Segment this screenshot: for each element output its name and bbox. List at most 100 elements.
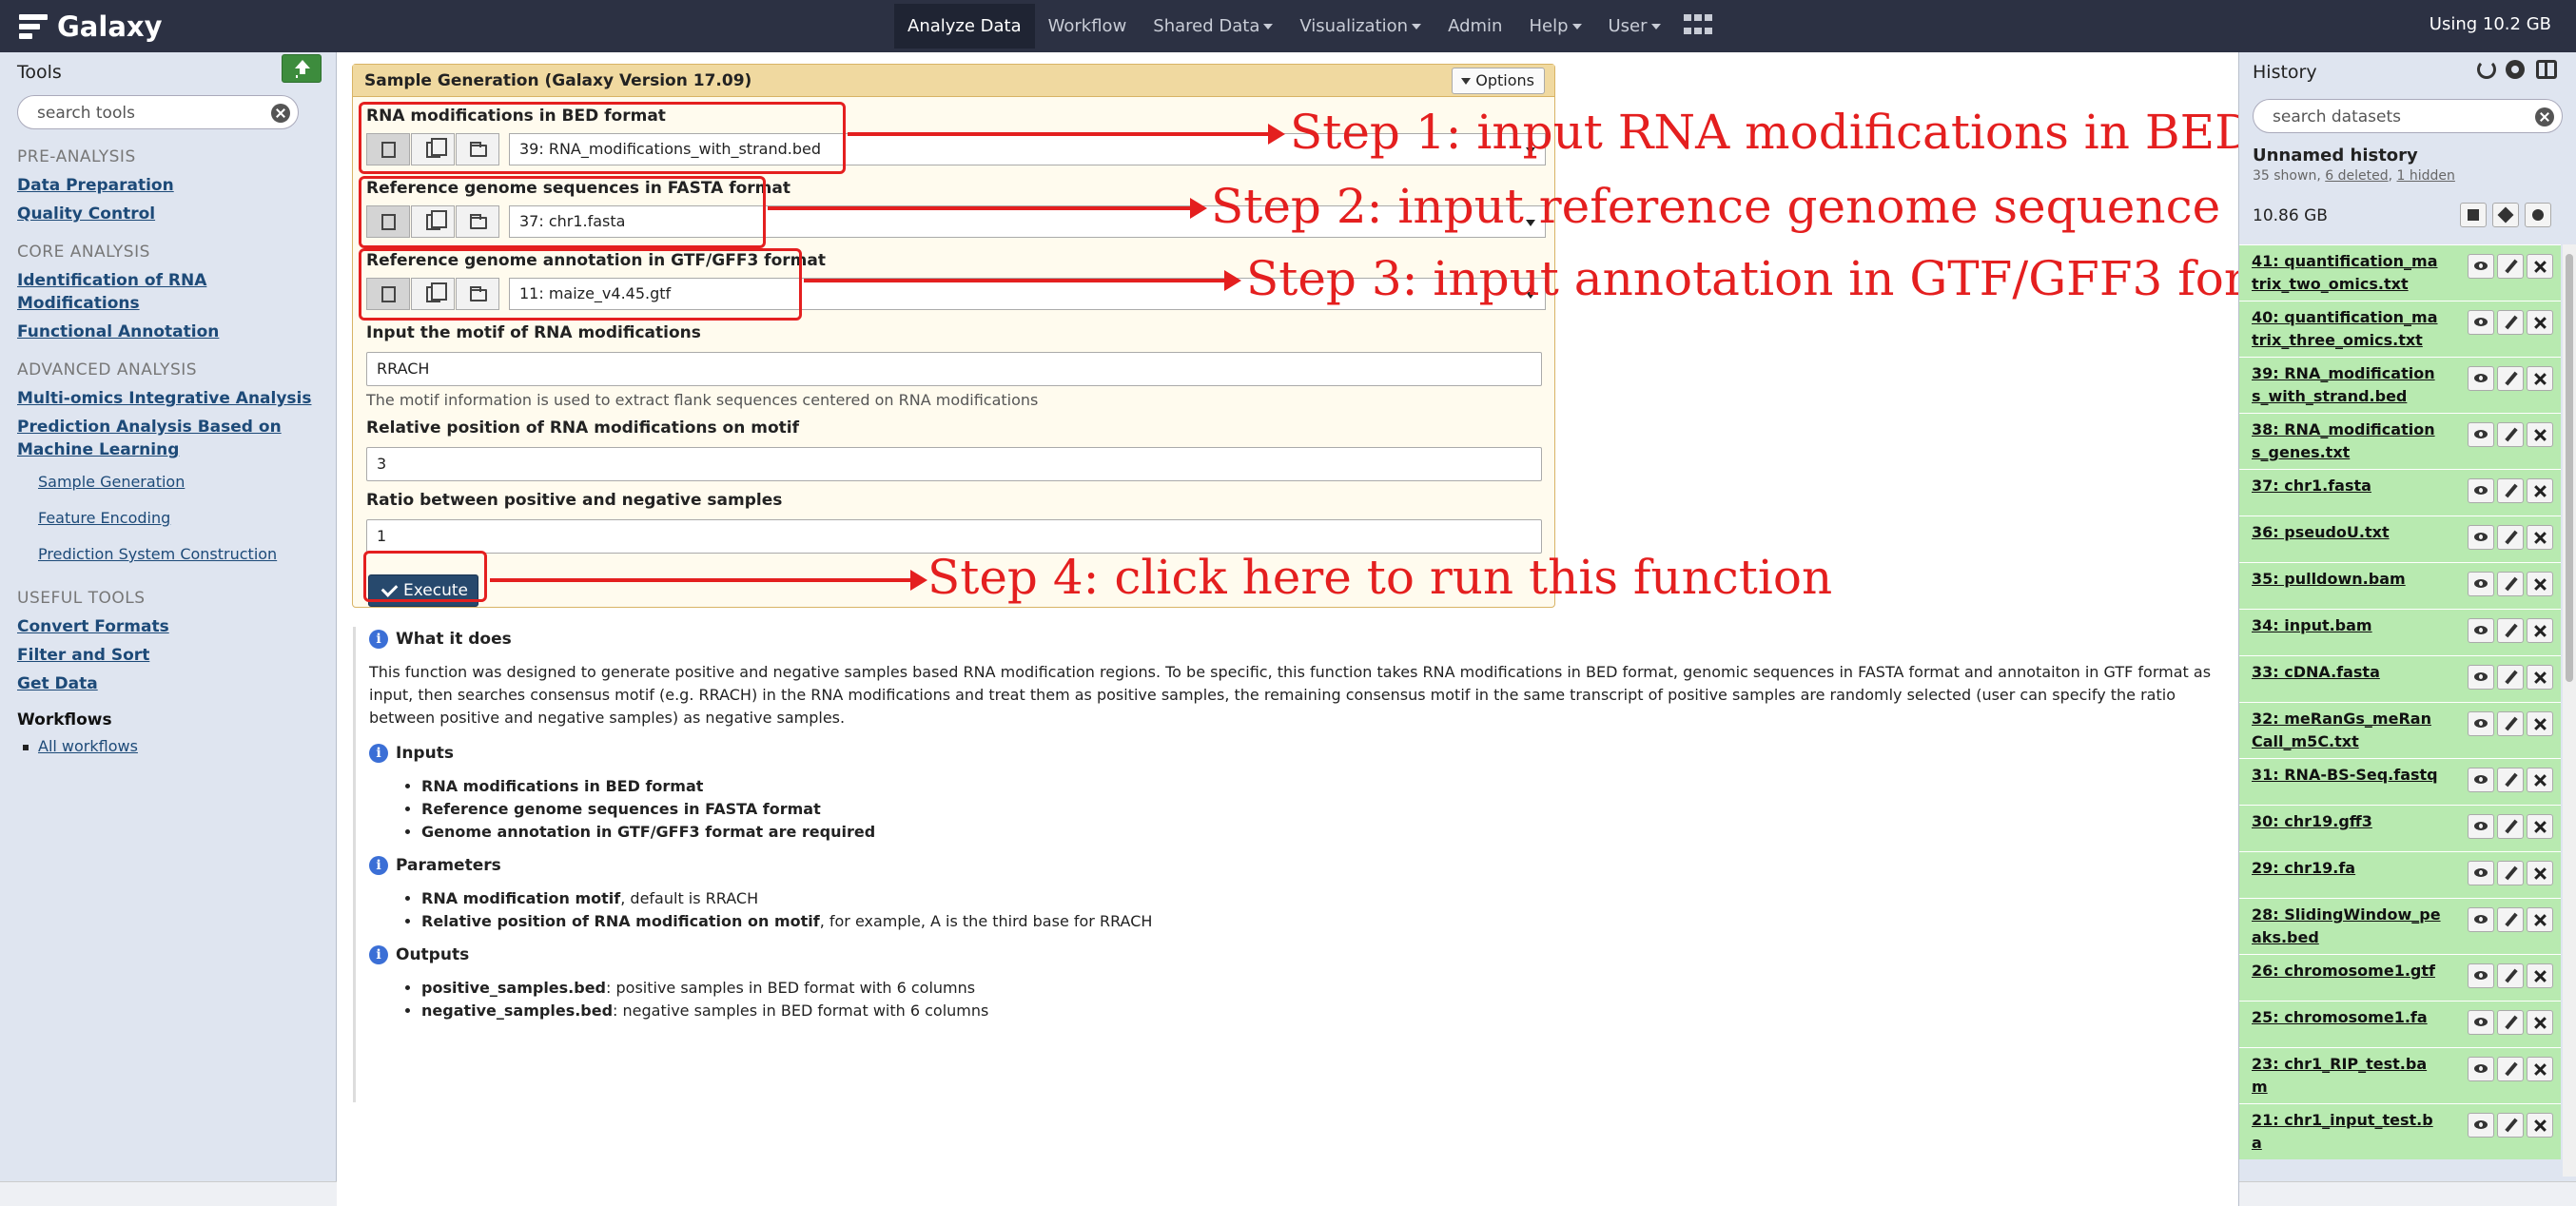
eye-icon[interactable]: [2468, 310, 2494, 335]
dataset-item[interactable]: 34: input.bam: [2239, 609, 2561, 655]
dataset-title[interactable]: 26: chromosome1.gtf: [2252, 960, 2442, 982]
nav-analyze-data[interactable]: Analyze Data: [894, 4, 1035, 49]
annotation-icon[interactable]: [2525, 203, 2551, 227]
dataset-title[interactable]: 41: quantification_matrix_two_omics.txt: [2252, 250, 2442, 296]
dataset-title[interactable]: 31: RNA-BS-Seq.fastq: [2252, 764, 2442, 787]
delete-icon[interactable]: [2527, 310, 2553, 335]
pencil-icon[interactable]: [2497, 572, 2524, 596]
collapse-panel-icon[interactable]: [2536, 60, 2557, 79]
dataset-title[interactable]: 36: pseudoU.txt: [2252, 521, 2442, 544]
dataset-title[interactable]: 25: chromosome1.fa: [2252, 1006, 2442, 1029]
eye-icon[interactable]: [2468, 963, 2494, 988]
horizontal-scrollbar[interactable]: [0, 1181, 337, 1206]
eye-icon[interactable]: [2468, 254, 2494, 279]
delete-icon[interactable]: [2527, 768, 2553, 792]
pencil-icon[interactable]: [2497, 366, 2524, 391]
dataset-item[interactable]: 37: chr1.fasta: [2239, 469, 2561, 515]
dataset-title[interactable]: 29: chr19.fa: [2252, 857, 2442, 880]
dataset-title[interactable]: 32: meRanGs_meRanCall_m5C.txt: [2252, 708, 2442, 753]
tool-functional-annotation[interactable]: Functional Annotation: [17, 321, 331, 343]
tool-multi-omics-analysis[interactable]: Multi-omics Integrative Analysis: [17, 387, 331, 410]
delete-icon[interactable]: [2527, 665, 2553, 690]
ratio-input[interactable]: 1: [366, 519, 1542, 554]
dataset-item[interactable]: 29: chr19.fa: [2239, 851, 2561, 898]
eye-icon[interactable]: [2468, 1113, 2494, 1138]
eye-icon[interactable]: [2468, 814, 2494, 839]
dataset-item[interactable]: 25: chromosome1.fa: [2239, 1001, 2561, 1047]
pencil-icon[interactable]: [2497, 1113, 2524, 1138]
delete-icon[interactable]: [2527, 422, 2553, 447]
nav-admin[interactable]: Admin: [1434, 4, 1515, 49]
dataset-title[interactable]: 38: RNA_modifications_genes.txt: [2252, 418, 2442, 464]
dataset-item[interactable]: 35: pulldown.bam: [2239, 562, 2561, 609]
pencil-icon[interactable]: [2497, 1057, 2524, 1081]
eye-icon[interactable]: [2468, 366, 2494, 391]
nav-visualization[interactable]: Visualization: [1286, 4, 1434, 49]
dataset-title[interactable]: 35: pulldown.bam: [2252, 568, 2442, 591]
tool-prediction-system-construction[interactable]: Prediction System Construction: [38, 543, 331, 566]
dataset-item[interactable]: 41: quantification_matrix_two_omics.txt: [2239, 244, 2561, 301]
pencil-icon[interactable]: [2497, 768, 2524, 792]
dataset-title[interactable]: 40: quantification_matrix_three_omics.tx…: [2252, 306, 2442, 352]
delete-icon[interactable]: [2527, 478, 2553, 503]
delete-icon[interactable]: [2527, 572, 2553, 596]
eye-icon[interactable]: [2468, 618, 2494, 643]
dataset-title[interactable]: 37: chr1.fasta: [2252, 475, 2442, 497]
eye-icon[interactable]: [2468, 1057, 2494, 1081]
dataset-item[interactable]: 40: quantification_matrix_three_omics.tx…: [2239, 301, 2561, 357]
dataset-title[interactable]: 28: SlidingWindow_peaks.bed: [2252, 904, 2442, 949]
dataset-item[interactable]: 39: RNA_modifications_with_strand.bed: [2239, 357, 2561, 413]
delete-icon[interactable]: [2527, 254, 2553, 279]
dataset-title[interactable]: 23: chr1_RIP_test.bam: [2252, 1053, 2442, 1099]
delete-icon[interactable]: [2527, 1010, 2553, 1035]
pencil-icon[interactable]: [2497, 814, 2524, 839]
refresh-icon[interactable]: [2477, 60, 2496, 79]
delete-icon[interactable]: [2527, 711, 2553, 736]
delete-icon[interactable]: [2527, 1113, 2553, 1138]
delete-icon[interactable]: [2527, 618, 2553, 643]
eye-icon[interactable]: [2468, 907, 2494, 932]
all-workflows-link[interactable]: All workflows: [23, 737, 331, 755]
dataset-item[interactable]: 38: RNA_modifications_genes.txt: [2239, 413, 2561, 469]
tool-identification-rna-modifications[interactable]: Identification of RNA Modifications: [17, 269, 331, 315]
eye-icon[interactable]: [2468, 422, 2494, 447]
dataset-title[interactable]: 33: cDNA.fasta: [2252, 661, 2442, 684]
hidden-link[interactable]: 1 hidden: [2397, 168, 2455, 184]
deleted-link[interactable]: 6 deleted: [2325, 168, 2388, 184]
pencil-icon[interactable]: [2497, 525, 2524, 550]
tags-icon[interactable]: [2492, 203, 2519, 227]
clear-search-icon[interactable]: [271, 104, 290, 123]
dataset-item[interactable]: 31: RNA-BS-Seq.fastq: [2239, 758, 2561, 805]
dataset-title[interactable]: 30: chr19.gff3: [2252, 810, 2442, 833]
dataset-item[interactable]: 32: meRanGs_meRanCall_m5C.txt: [2239, 702, 2561, 758]
tool-get-data[interactable]: Get Data: [17, 672, 331, 695]
eye-icon[interactable]: [2468, 768, 2494, 792]
dataset-title[interactable]: 34: input.bam: [2252, 614, 2442, 637]
dataset-item[interactable]: 28: SlidingWindow_peaks.bed: [2239, 898, 2561, 954]
eye-icon[interactable]: [2468, 861, 2494, 885]
delete-icon[interactable]: [2527, 963, 2553, 988]
apps-grid-icon[interactable]: [1683, 13, 1712, 39]
pencil-icon[interactable]: [2497, 254, 2524, 279]
tool-search-input[interactable]: search tools: [17, 95, 299, 129]
pencil-icon[interactable]: [2497, 907, 2524, 932]
delete-icon[interactable]: [2527, 814, 2553, 839]
pencil-icon[interactable]: [2497, 711, 2524, 736]
eye-icon[interactable]: [2468, 525, 2494, 550]
dataset-title[interactable]: 21: chr1_input_test.ba: [2252, 1109, 2442, 1155]
delete-icon[interactable]: [2527, 525, 2553, 550]
eye-icon[interactable]: [2468, 711, 2494, 736]
nav-user[interactable]: User: [1595, 4, 1674, 49]
vertical-scrollbar[interactable]: [2563, 244, 2576, 1177]
dataset-item[interactable]: 36: pseudoU.txt: [2239, 515, 2561, 562]
brand[interactable]: Galaxy: [19, 8, 163, 46]
gear-icon[interactable]: [2506, 60, 2525, 79]
eye-icon[interactable]: [2468, 1010, 2494, 1035]
dataset-search-input[interactable]: search datasets: [2253, 99, 2563, 133]
nav-workflow[interactable]: Workflow: [1035, 4, 1141, 49]
pencil-icon[interactable]: [2497, 310, 2524, 335]
motif-input[interactable]: RRACH: [366, 352, 1542, 386]
pencil-icon[interactable]: [2497, 618, 2524, 643]
dataset-item[interactable]: 26: chromosome1.gtf: [2239, 954, 2561, 1001]
delete-icon[interactable]: [2527, 1057, 2553, 1081]
